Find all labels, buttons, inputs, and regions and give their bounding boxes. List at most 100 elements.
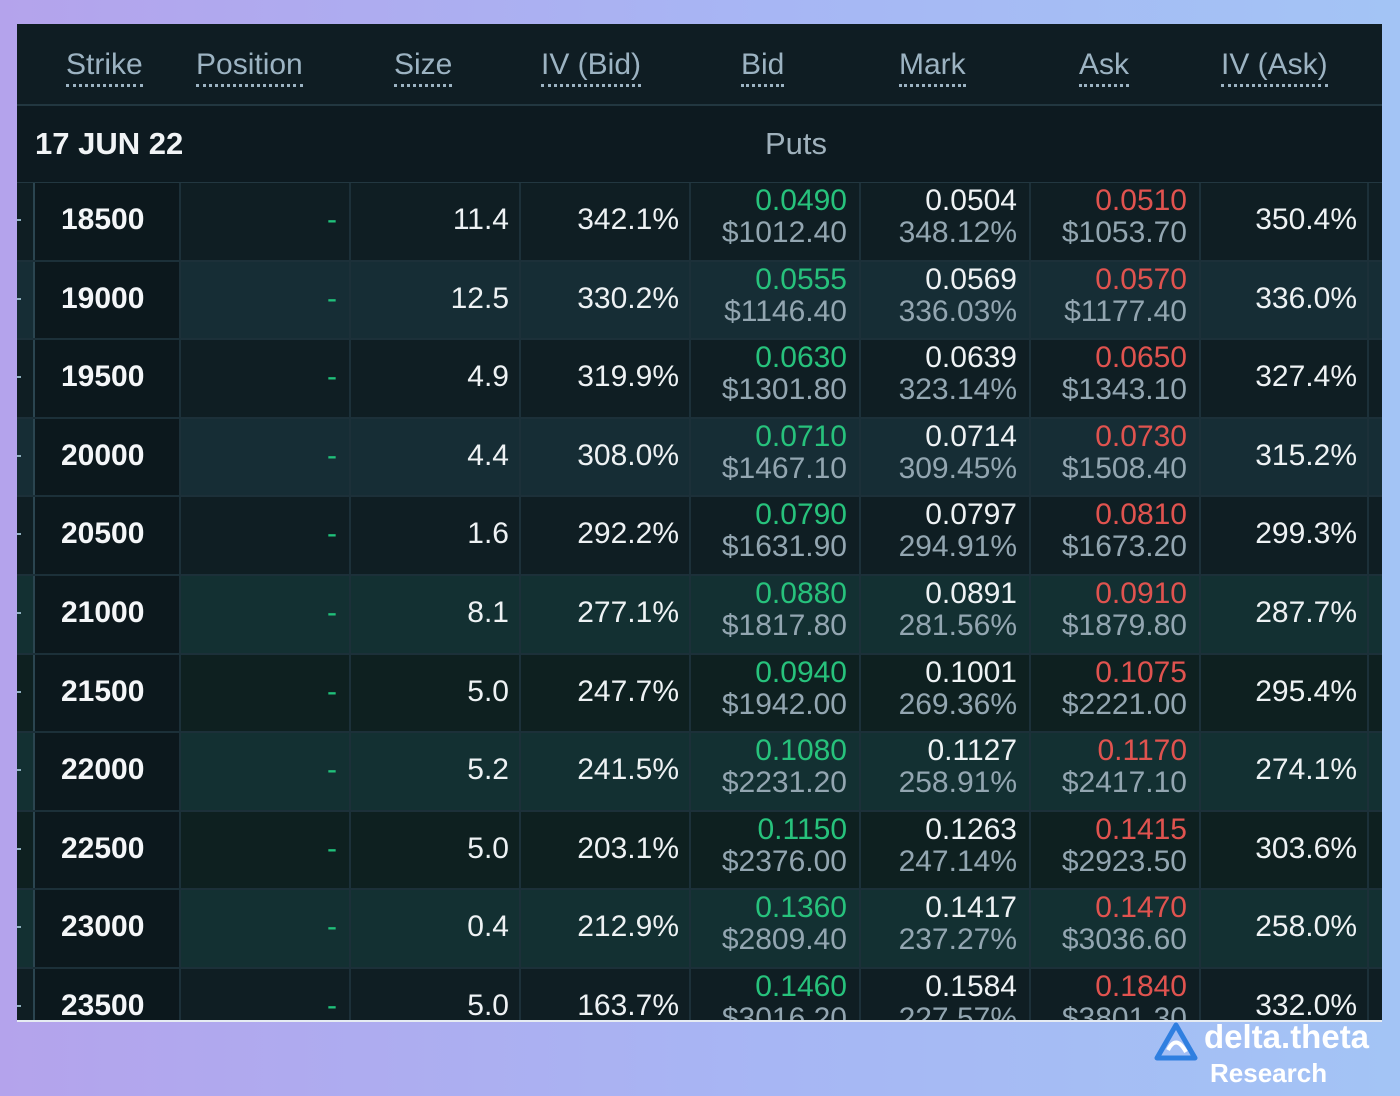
mark-cell[interactable]: 0.1001 269.36% [859,654,1029,732]
mark-cell[interactable]: 0.1127 258.91% [859,733,1029,810]
position-cell[interactable]: - [179,183,349,260]
bid-cell[interactable]: 0.0490 $1012.40 [689,183,859,260]
size-cell[interactable]: 11.4 [349,183,519,260]
col-header-mark[interactable]: Mark [899,48,966,87]
bid-cell[interactable]: 0.0630 $1301.80 [689,340,859,417]
mark-cell[interactable]: 0.0569 336.03% [859,261,1029,339]
position-cell[interactable]: - [179,968,349,1020]
size-cell[interactable]: 5.0 [349,654,519,732]
strike-cell[interactable]: 21500 [33,655,179,732]
size-cell[interactable]: 8.1 [349,575,519,653]
table-row[interactable]: 23000-0.4 212.9% 0.1360 $2809.40 0.1417 237.2… [17,890,1382,969]
size-cell[interactable]: 0.4 [349,890,519,967]
table-row[interactable]: 22500-5.0 203.1% 0.1150 $2376.00 0.1263 247.1… [17,811,1382,891]
table-row[interactable]: 22000-5.2 241.5% 0.1080 $2231.20 0.1127 258.9… [17,733,1382,812]
expiry-date[interactable]: 17 JUN 22 [35,126,183,162]
ask-cell[interactable]: 0.0650 $1343.10 [1029,340,1199,417]
ask-cell[interactable]: 0.0730 $1508.40 [1029,418,1199,496]
bid-cell[interactable]: 0.0940 $1942.00 [689,654,859,732]
iv-ask-cell[interactable]: 303.6% [1199,811,1369,889]
position-cell[interactable]: - [179,733,349,810]
mark-cell[interactable]: 0.0639 323.14% [859,340,1029,417]
col-header-iv-bid[interactable]: IV (Bid) [541,48,642,87]
bid-cell[interactable]: 0.1460 $3016.20 [689,968,859,1020]
iv-ask-cell[interactable]: 315.2% [1199,418,1369,496]
position-cell[interactable]: - [179,811,349,889]
ask-cell[interactable]: 0.1840 $3801.30 [1029,968,1199,1020]
bid-cell[interactable]: 0.0710 $1467.10 [689,418,859,496]
iv-bid-cell[interactable]: 330.2% [519,261,689,339]
mark-cell[interactable]: 0.0891 281.56% [859,575,1029,653]
iv-bid-cell[interactable]: 277.1% [519,575,689,653]
table-row[interactable]: 19000-12.5 330.2% 0.0555 $1146.40 0.0569 336.… [17,261,1382,341]
size-cell[interactable]: 1.6 [349,497,519,574]
iv-ask-cell[interactable]: 295.4% [1199,654,1369,732]
table-row[interactable]: 21500-5.0 247.7% 0.0940 $1942.00 0.1001 269.3… [17,654,1382,734]
position-cell[interactable]: - [179,654,349,732]
iv-bid-cell[interactable]: 292.2% [519,497,689,574]
position-cell[interactable]: - [179,340,349,417]
strike-cell[interactable]: 22000 [33,733,179,810]
iv-ask-cell[interactable]: 350.4% [1199,183,1369,260]
bid-cell[interactable]: 0.0790 $1631.90 [689,497,859,574]
mark-cell[interactable]: 0.0714 309.45% [859,418,1029,496]
iv-ask-cell[interactable]: 327.4% [1199,340,1369,417]
size-cell[interactable]: 5.0 [349,811,519,889]
strike-cell[interactable]: 23500 [33,969,179,1020]
strike-cell[interactable]: 19500 [33,340,179,417]
iv-ask-cell[interactable]: 258.0% [1199,890,1369,967]
table-row[interactable]: 20000-4.4 308.0% 0.0710 $1467.10 0.0714 309.4… [17,418,1382,498]
size-cell[interactable]: 4.9 [349,340,519,417]
mark-cell[interactable]: 0.1584 227.57% [859,968,1029,1020]
strike-cell[interactable]: 23000 [33,890,179,967]
iv-bid-cell[interactable]: 212.9% [519,890,689,967]
strike-cell[interactable]: 18500 [33,183,179,260]
bid-cell[interactable]: 0.0555 $1146.40 [689,261,859,339]
iv-ask-cell[interactable]: 274.1% [1199,733,1369,810]
iv-ask-cell[interactable]: 332.0% [1199,968,1369,1020]
ask-cell[interactable]: 0.0810 $1673.20 [1029,497,1199,574]
ask-cell[interactable]: 0.0570 $1177.40 [1029,261,1199,339]
table-row[interactable]: 19500-4.9 319.9% 0.0630 $1301.80 0.0639 323.1… [17,340,1382,419]
size-cell[interactable]: 12.5 [349,261,519,339]
iv-bid-cell[interactable]: 241.5% [519,733,689,810]
bid-cell[interactable]: 0.1360 $2809.40 [689,890,859,967]
iv-ask-cell[interactable]: 287.7% [1199,575,1369,653]
strike-cell[interactable]: 20500 [33,497,179,574]
bid-cell[interactable]: 0.1080 $2231.20 [689,733,859,810]
bid-cell[interactable]: 0.0880 $1817.80 [689,575,859,653]
bid-cell[interactable]: 0.1150 $2376.00 [689,811,859,889]
iv-bid-cell[interactable]: 203.1% [519,811,689,889]
position-cell[interactable]: - [179,497,349,574]
position-cell[interactable]: - [179,575,349,653]
table-row[interactable]: 18500-11.4 342.1% 0.0490 $1012.40 0.0504 348.… [17,183,1382,262]
strike-cell[interactable]: 21000 [33,576,179,653]
iv-bid-cell[interactable]: 342.1% [519,183,689,260]
table-row[interactable]: 20500-1.6 292.2% 0.0790 $1631.90 0.0797 294.9… [17,497,1382,576]
iv-bid-cell[interactable]: 163.7% [519,968,689,1020]
position-cell[interactable]: - [179,890,349,967]
mark-cell[interactable]: 0.0504 348.12% [859,183,1029,260]
size-cell[interactable]: 5.2 [349,733,519,810]
col-header-size[interactable]: Size [394,48,453,87]
col-header-strike[interactable]: Strike [66,48,143,87]
strike-cell[interactable]: 20000 [33,419,179,496]
position-cell[interactable]: - [179,261,349,339]
size-cell[interactable]: 5.0 [349,968,519,1020]
ask-cell[interactable]: 0.1470 $3036.60 [1029,890,1199,967]
col-header-bid[interactable]: Bid [741,48,785,87]
position-cell[interactable]: - [179,418,349,496]
mark-cell[interactable]: 0.1263 247.14% [859,811,1029,889]
iv-bid-cell[interactable]: 247.7% [519,654,689,732]
mark-cell[interactable]: 0.0797 294.91% [859,497,1029,574]
ask-cell[interactable]: 0.1415 $2923.50 [1029,811,1199,889]
strike-cell[interactable]: 22500 [33,812,179,889]
iv-ask-cell[interactable]: 299.3% [1199,497,1369,574]
col-header-ask[interactable]: Ask [1079,48,1130,87]
ask-cell[interactable]: 0.0910 $1879.80 [1029,575,1199,653]
table-row[interactable]: 21000-8.1 277.1% 0.0880 $1817.80 0.0891 281.5… [17,575,1382,655]
ask-cell[interactable]: 0.1170 $2417.10 [1029,733,1199,810]
iv-bid-cell[interactable]: 319.9% [519,340,689,417]
col-header-position[interactable]: Position [196,48,303,87]
iv-bid-cell[interactable]: 308.0% [519,418,689,496]
